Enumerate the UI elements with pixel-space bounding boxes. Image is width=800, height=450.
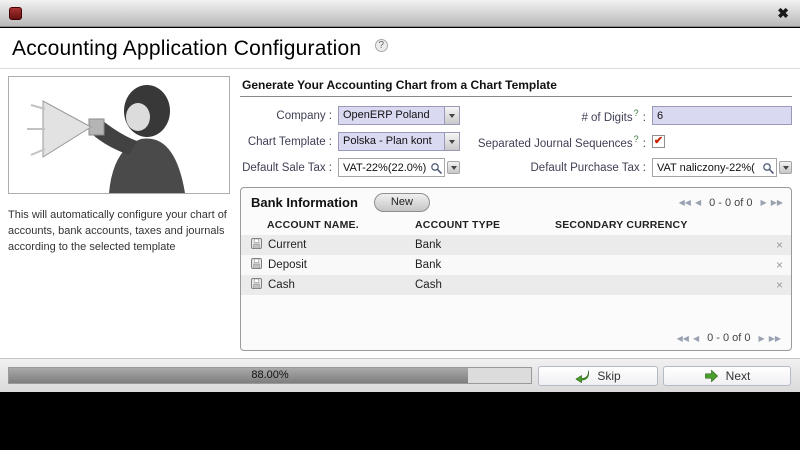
dialog-body: Accounting Application Configuration ? xyxy=(0,28,800,358)
column-header-account-name: ACCOUNT NAME. xyxy=(241,216,409,235)
first-page-icon[interactable]: ◀◀ xyxy=(679,198,691,207)
company-value: OpenERP Poland xyxy=(339,107,444,124)
pager-count: 0 - 0 of 0 xyxy=(709,197,752,209)
chart-template-label: Chart Template : xyxy=(240,136,332,148)
digits-label: # of Digits? : xyxy=(466,108,646,124)
wizard-footer: 88.00% Skip Next xyxy=(0,358,800,392)
account-name-cell: Current xyxy=(268,239,306,251)
purchase-tax-field[interactable]: VAT naliczony-22%( xyxy=(652,158,792,177)
save-icon xyxy=(251,278,262,292)
wizard-description: This will automatically configure your c… xyxy=(8,208,230,256)
account-type-cell: Bank xyxy=(409,255,549,275)
journal-help-icon: ? xyxy=(634,134,639,144)
checkmark-icon: ✔ xyxy=(654,136,663,147)
skip-button-label: Skip xyxy=(597,369,620,383)
bank-table-body: Current Bank × Deposit Bank × Cash Cash × xyxy=(241,235,791,295)
company-label: Company : xyxy=(240,110,332,122)
sale-tax-field[interactable]: VAT-22%(22.0%) xyxy=(338,158,460,177)
column-header-secondary-currency: SECONDARY CURRENCY xyxy=(549,216,767,235)
pager-count: 0 - 0 of 0 xyxy=(707,332,750,344)
digits-help-icon: ? xyxy=(634,108,639,118)
purchase-tax-value: VAT naliczony-22%( xyxy=(657,162,762,174)
secondary-currency-cell xyxy=(549,235,767,255)
progress-label: 88.00% xyxy=(9,368,531,383)
account-type-cell: Bank xyxy=(409,235,549,255)
progress-bar: 88.00% xyxy=(8,367,532,384)
config-form: Company : OpenERP Poland # of Digits? : … xyxy=(240,106,792,177)
secondary-currency-cell xyxy=(549,255,767,275)
bank-information-panel: Bank Information New ◀◀ ◀ 0 - 0 of 0 ▶ ▶… xyxy=(240,187,792,351)
close-icon[interactable]: ✖ xyxy=(777,5,789,21)
save-icon xyxy=(251,258,262,272)
table-row[interactable]: Cash Cash × xyxy=(241,275,791,295)
first-page-icon[interactable]: ◀◀ xyxy=(677,334,689,343)
column-header-account-type: ACCOUNT TYPE xyxy=(409,216,549,235)
chevron-down-icon[interactable] xyxy=(447,161,460,174)
chart-template-value: Polska - Plan kont xyxy=(339,133,444,150)
purchase-tax-label: Default Purchase Tax : xyxy=(466,162,646,174)
pager-bottom: ◀◀ ◀ 0 - 0 of 0 ▶ ▶▶ xyxy=(677,332,781,344)
bank-information-title: Bank Information xyxy=(251,195,358,210)
pager-top: ◀◀ ◀ 0 - 0 of 0 ▶ ▶▶ xyxy=(679,197,783,209)
section-title: Generate Your Accounting Chart from a Ch… xyxy=(240,76,792,97)
skip-button[interactable]: Skip xyxy=(538,366,658,386)
wizard-window: ✖ Accounting Application Configuration ? xyxy=(0,0,800,450)
delete-row-icon[interactable]: × xyxy=(776,238,785,252)
table-row[interactable]: Current Bank × xyxy=(241,235,791,255)
skip-arrow-icon xyxy=(575,369,590,383)
digits-value: 6 xyxy=(657,110,663,122)
company-select[interactable]: OpenERP Poland xyxy=(338,106,460,125)
dialog-header: Accounting Application Configuration ? xyxy=(0,28,800,69)
new-button[interactable]: New xyxy=(374,193,430,212)
sale-tax-value: VAT-22%(22.0%) xyxy=(343,162,430,174)
prev-page-icon[interactable]: ◀ xyxy=(693,334,699,343)
chevron-down-icon[interactable] xyxy=(444,107,459,124)
prev-page-icon[interactable]: ◀ xyxy=(695,198,701,207)
account-name-cell: Cash xyxy=(268,279,295,291)
delete-row-icon[interactable]: × xyxy=(776,278,785,292)
announcement-image xyxy=(8,76,230,194)
next-page-icon[interactable]: ▶ xyxy=(761,198,767,207)
chevron-down-icon[interactable] xyxy=(779,161,792,174)
next-button[interactable]: Next xyxy=(663,366,791,386)
app-icon xyxy=(9,7,22,20)
last-page-icon[interactable]: ▶▶ xyxy=(771,198,783,207)
delete-row-icon[interactable]: × xyxy=(776,258,785,272)
account-name-cell: Deposit xyxy=(268,259,307,271)
chevron-down-icon[interactable] xyxy=(444,133,459,150)
secondary-currency-cell xyxy=(549,275,767,295)
digits-input[interactable]: 6 xyxy=(652,106,792,125)
journal-sequences-checkbox[interactable]: ✔ xyxy=(652,135,665,148)
sale-tax-label: Default Sale Tax : xyxy=(240,162,332,174)
window-titlebar: ✖ xyxy=(0,0,800,27)
journal-sequences-label: Separated Journal Sequences? : xyxy=(466,134,646,150)
search-icon[interactable] xyxy=(762,162,774,174)
next-arrow-icon xyxy=(704,369,719,383)
bank-accounts-table: ACCOUNT NAME. ACCOUNT TYPE SECONDARY CUR… xyxy=(241,216,791,295)
help-badge-icon: ? xyxy=(375,39,388,52)
page-title: Accounting Application Configuration xyxy=(12,37,361,60)
save-icon xyxy=(251,238,262,252)
last-page-icon[interactable]: ▶▶ xyxy=(769,334,781,343)
next-page-icon[interactable]: ▶ xyxy=(759,334,765,343)
next-button-label: Next xyxy=(726,369,751,383)
account-type-cell: Cash xyxy=(409,275,549,295)
chart-template-select[interactable]: Polska - Plan kont xyxy=(338,132,460,151)
search-icon[interactable] xyxy=(430,162,442,174)
table-row[interactable]: Deposit Bank × xyxy=(241,255,791,275)
